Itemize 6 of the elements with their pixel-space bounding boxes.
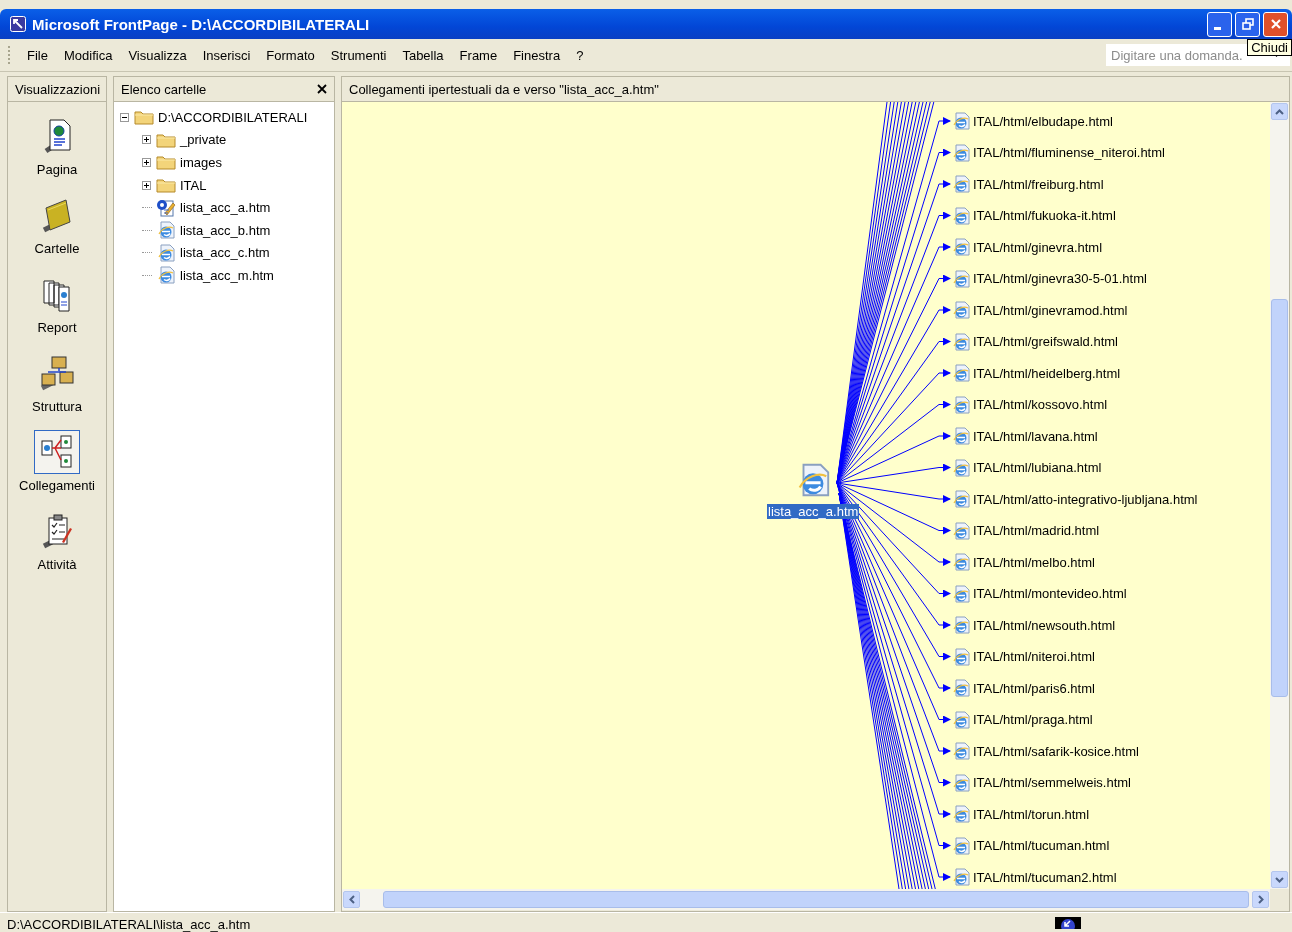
tooltip: Chiudi [1247,39,1292,56]
pane-header: Collegamenti ipertestuali da e verso "lista_acc_a.htm" [341,76,1290,101]
pane-title: Elenco cartelle [121,81,207,97]
window-title: Microsoft FrontPage - D:\ACCORDIBILATERALI [32,15,370,33]
status-text: D:\ACCORDIBILATERALI\lista_acc_a.htm [7,917,251,932]
pane-header: Visualizzazioni [7,76,107,101]
